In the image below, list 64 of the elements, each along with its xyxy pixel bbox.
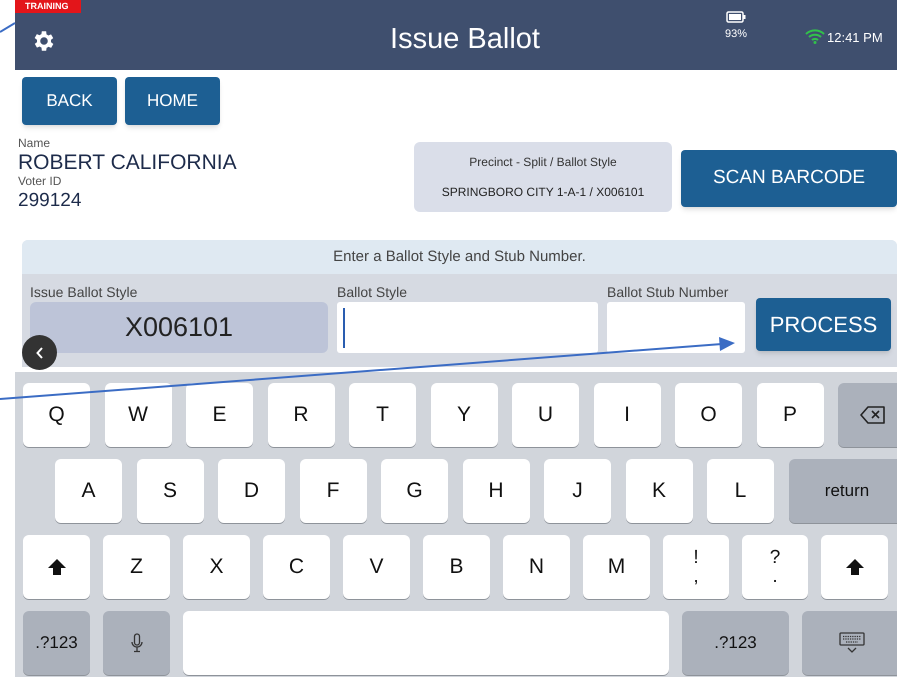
process-button[interactable]: PROCESS — [756, 298, 891, 351]
keyboard-key[interactable]: Z — [103, 535, 170, 599]
chevron-left-icon — [36, 346, 44, 358]
keyboard-key[interactable]: ! , — [663, 535, 729, 599]
battery-percentage: 93% — [725, 27, 748, 42]
keyboard-key[interactable]: A — [55, 459, 122, 523]
keyboard-key[interactable]: K — [626, 459, 692, 523]
scan-barcode-button[interactable]: SCAN BARCODE — [681, 150, 897, 207]
home-button[interactable]: HOME — [125, 77, 220, 125]
wifi-icon — [805, 28, 825, 44]
screen-title: Issue Ballot — [389, 22, 541, 57]
precinct-label: Precinct - Split / Ballot Style — [469, 154, 617, 171]
clock-time: 12:41 PM — [827, 29, 883, 47]
keyboard-key[interactable]: H — [462, 459, 530, 523]
keyboard-key[interactable]: D — [218, 459, 285, 523]
issue-ballot-style-value: X006101 — [30, 302, 328, 353]
keyboard-key[interactable]: L — [707, 459, 774, 523]
keyboard-key[interactable]: U — [512, 383, 579, 447]
keyboard-key[interactable]: B — [423, 535, 490, 599]
voter-name: ROBERT CALIFORNIA — [18, 150, 238, 175]
keyboard-key[interactable]: G — [381, 459, 448, 523]
ballot-style-field[interactable] — [337, 302, 598, 353]
field-label: Voter ID — [18, 175, 62, 188]
field-label: Name — [18, 137, 52, 150]
microphone-icon — [130, 633, 142, 653]
keyboard-key[interactable]: M — [583, 535, 650, 599]
battery-icon — [726, 10, 746, 24]
keyboard-key[interactable]: Y — [430, 383, 498, 447]
keyboard-key[interactable]: R — [268, 383, 334, 447]
field-label: Ballot Style — [337, 283, 408, 302]
keyboard-key[interactable]: V — [343, 535, 410, 599]
keyboard-key[interactable]: E — [186, 383, 253, 447]
keyboard-key[interactable]: W — [104, 383, 172, 447]
numbers-key[interactable]: .?123 — [23, 611, 90, 675]
return-key[interactable]: return — [788, 459, 897, 523]
keyboard-key[interactable]: ? . — [742, 535, 808, 599]
keyboard-key[interactable]: X — [183, 535, 250, 599]
field-label: Issue Ballot Style — [30, 283, 138, 302]
shift-icon — [844, 558, 864, 576]
precinct-value: SPRINGBORO CITY 1-A-1 / X006101 — [442, 184, 644, 201]
keyboard-icon — [839, 632, 865, 654]
keyboard-key[interactable]: P — [756, 383, 824, 447]
backspace-key[interactable] — [838, 383, 897, 447]
stub-number-field[interactable] — [607, 302, 745, 353]
shift-icon — [46, 558, 66, 576]
backspace-icon — [860, 406, 886, 424]
annotation-line — [0, 22, 16, 33]
field-label: Ballot Stub Number — [607, 283, 730, 302]
keyboard-key[interactable]: C — [263, 535, 330, 599]
keyboard-key[interactable]: I — [594, 383, 660, 447]
keyboard-key[interactable]: O — [675, 383, 742, 447]
shift-key[interactable] — [821, 535, 888, 599]
instruction-text: Enter a Ballot Style and Stub Number. — [22, 240, 897, 274]
keyboard-key[interactable]: N — [503, 535, 570, 599]
keyboard-key[interactable]: T — [349, 383, 416, 447]
back-button[interactable]: BACK — [22, 77, 117, 125]
keyboard-key[interactable]: F — [300, 459, 366, 523]
voter-id: 299124 — [18, 189, 82, 213]
shift-key[interactable] — [23, 535, 90, 599]
keyboard-key[interactable]: S — [136, 459, 204, 523]
training-badge: TRAINING — [15, 0, 80, 13]
numbers-key[interactable]: .?123 — [682, 611, 789, 675]
keyboard-key[interactable]: Q — [23, 383, 90, 447]
keyboard-key[interactable]: J — [544, 459, 611, 523]
